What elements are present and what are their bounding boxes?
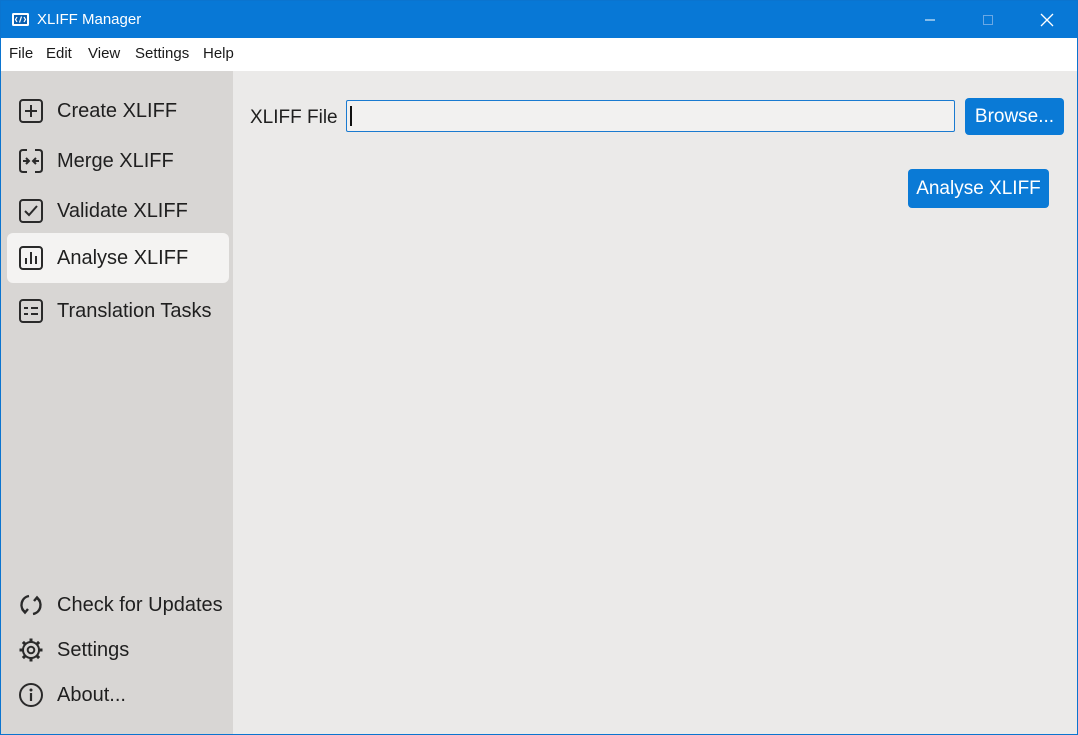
gear-icon [18, 637, 44, 663]
close-button[interactable] [1018, 1, 1076, 38]
sidebar-item-analyse-xliff[interactable]: Analyse XLIFF [7, 233, 229, 283]
maximize-icon [982, 14, 994, 26]
menu-settings[interactable]: Settings [135, 45, 189, 63]
sidebar-item-label: Validate XLIFF [57, 200, 188, 222]
plus-square-icon [18, 98, 44, 124]
sidebar-item-validate-xliff[interactable]: Validate XLIFF [7, 186, 229, 236]
analyse-xliff-button[interactable]: Analyse XLIFF [908, 169, 1049, 208]
close-icon [1040, 13, 1054, 27]
merge-icon [18, 148, 44, 174]
minimize-icon [924, 14, 936, 26]
refresh-icon [18, 592, 44, 618]
sidebar-item-label: Check for Updates [57, 594, 223, 616]
sidebar-item-label: Translation Tasks [57, 300, 212, 322]
sidebar-item-create-xliff[interactable]: Create XLIFF [7, 86, 229, 136]
browse-button[interactable]: Browse... [965, 98, 1064, 135]
menu-file[interactable]: File [9, 45, 33, 63]
sidebar-item-about[interactable]: About... [7, 670, 229, 720]
bar-chart-icon [18, 245, 44, 271]
maximize-button[interactable] [959, 1, 1017, 38]
window-title: XLIFF Manager [37, 11, 142, 28]
minimize-button[interactable] [901, 1, 959, 38]
sidebar-item-check-for-updates[interactable]: Check for Updates [7, 580, 229, 630]
sidebar-item-label: Create XLIFF [57, 100, 178, 122]
sidebar-item-translation-tasks[interactable]: Translation Tasks [7, 286, 229, 336]
sidebar-item-label: About... [57, 684, 126, 706]
analyse-panel: XLIFF File Browse... Analyse XLIFF [233, 71, 1077, 734]
menu-edit[interactable]: Edit [46, 45, 72, 63]
app-logo-icon [12, 13, 29, 26]
menu-view[interactable]: View [88, 45, 120, 63]
sidebar-item-label: Merge XLIFF [57, 150, 174, 172]
menu-bar: File Edit View Settings Help [1, 38, 1077, 71]
xliff-file-label: XLIFF File [250, 107, 338, 128]
task-list-icon [18, 298, 44, 324]
sidebar-item-settings[interactable]: Settings [7, 625, 229, 675]
text-caret [350, 106, 352, 126]
sidebar-item-label: Analyse XLIFF [57, 247, 189, 269]
sidebar: Create XLIFF Merge XLIFF Validate XLIFF … [1, 71, 233, 734]
menu-help[interactable]: Help [203, 45, 234, 63]
title-bar[interactable]: XLIFF Manager [1, 1, 1077, 38]
check-square-icon [18, 198, 44, 224]
xliff-file-input[interactable] [346, 100, 955, 132]
info-icon [18, 682, 44, 708]
app-window: XLIFF Manager File Edit View Settings He… [0, 0, 1078, 735]
sidebar-item-merge-xliff[interactable]: Merge XLIFF [7, 136, 229, 186]
sidebar-item-label: Settings [57, 639, 130, 661]
